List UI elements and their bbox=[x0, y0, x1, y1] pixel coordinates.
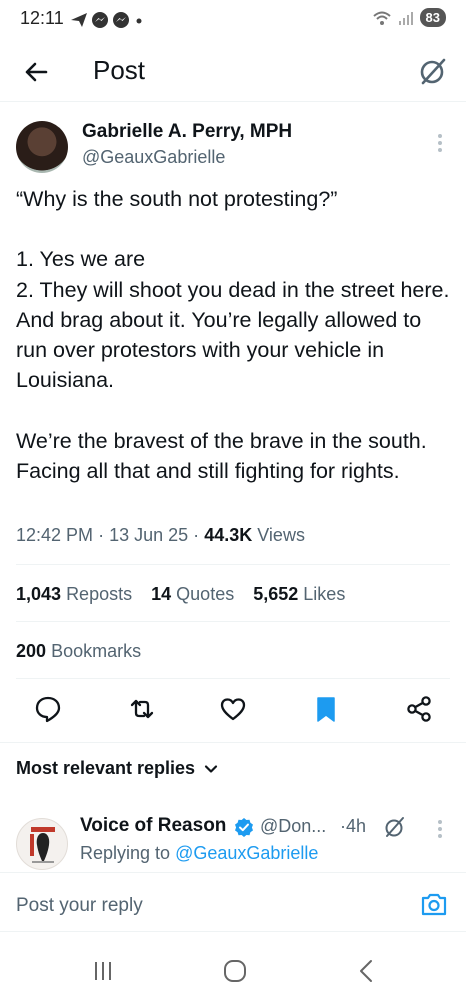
replying-to-prefix: Replying to bbox=[80, 843, 171, 863]
reposts-count: 1,043 bbox=[16, 584, 62, 604]
replying-to-handle[interactable]: @GeauxGabrielle bbox=[175, 843, 318, 863]
send-icon bbox=[71, 13, 87, 27]
likes-stat[interactable]: 5,652 Likes bbox=[253, 584, 345, 604]
post-date: 13 Jun 25 bbox=[109, 525, 189, 545]
post-text: “Why is the south not protesting?” 1. Ye… bbox=[16, 187, 450, 483]
divider bbox=[16, 678, 450, 679]
messenger-icon bbox=[113, 12, 129, 28]
divider bbox=[16, 621, 450, 622]
quotes-label: Quotes bbox=[176, 584, 235, 604]
wifi-icon bbox=[372, 11, 391, 25]
grok-icon[interactable] bbox=[418, 56, 448, 86]
system-nav-bar bbox=[0, 940, 466, 1000]
dot-icon bbox=[136, 18, 142, 24]
status-bar: 12:11 83 bbox=[0, 0, 466, 40]
author-name[interactable]: Gabrielle A. Perry, MPH bbox=[82, 121, 292, 143]
recent-apps-icon[interactable] bbox=[88, 958, 118, 984]
reposts-label: Reposts bbox=[66, 584, 133, 604]
home-icon[interactable] bbox=[220, 958, 250, 984]
camera-icon[interactable] bbox=[420, 891, 448, 917]
post-stats: 1,043 Reposts 14 Quotes 5,652 Likes bbox=[16, 584, 345, 605]
reply-author-name[interactable]: Voice of Reason bbox=[80, 815, 226, 837]
grok-icon[interactable] bbox=[383, 815, 407, 839]
bookmarks-label: Bookmarks bbox=[51, 641, 142, 661]
poster-image-icon bbox=[30, 827, 55, 863]
more-options-icon[interactable] bbox=[436, 819, 444, 839]
notification-icons bbox=[70, 11, 145, 29]
reply-author-handle[interactable]: @Don... bbox=[260, 816, 326, 837]
likes-label: Likes bbox=[303, 584, 346, 604]
back-arrow-icon[interactable] bbox=[20, 56, 52, 88]
signal-icon bbox=[398, 11, 413, 25]
bookmarks-stat[interactable]: 200 Bookmarks bbox=[16, 641, 141, 662]
meta-separator: · bbox=[193, 525, 200, 545]
reply-item[interactable]: Voice of Reason @Don... ·4h Replying to … bbox=[0, 808, 466, 872]
reply-icon[interactable] bbox=[33, 694, 63, 724]
quotes-stat[interactable]: 14 Quotes bbox=[151, 584, 234, 604]
post-meta: 12:42 PM · 13 Jun 25 · 44.3K Views bbox=[16, 525, 305, 546]
share-icon[interactable] bbox=[404, 694, 434, 724]
action-bar bbox=[0, 694, 466, 730]
back-nav-icon[interactable] bbox=[352, 958, 382, 984]
section-divider bbox=[0, 931, 466, 932]
replies-sort-label: Most relevant replies bbox=[16, 758, 196, 778]
verified-badge-icon bbox=[235, 818, 253, 837]
author-handle[interactable]: @GeauxGabrielle bbox=[82, 147, 225, 168]
replying-to: Replying to @GeauxGabrielle bbox=[80, 843, 318, 864]
reply-input[interactable] bbox=[16, 895, 376, 917]
post-time: 12:42 PM bbox=[16, 525, 94, 545]
reposts-stat[interactable]: 1,043 Reposts bbox=[16, 584, 132, 604]
views-count: 44.3K bbox=[204, 525, 253, 545]
bookmarks-count: 200 bbox=[16, 641, 47, 661]
app-header: Post bbox=[0, 42, 466, 102]
battery-indicator: 83 bbox=[419, 8, 446, 27]
like-icon[interactable] bbox=[218, 694, 248, 724]
meta-separator: · bbox=[98, 525, 105, 545]
more-options-icon[interactable] bbox=[436, 132, 444, 154]
repost-icon[interactable] bbox=[127, 694, 157, 724]
page-title: Post bbox=[93, 55, 146, 85]
replies-sort-dropdown[interactable]: Most relevant replies bbox=[16, 758, 219, 779]
reply-composer bbox=[0, 872, 466, 932]
bookmark-icon[interactable] bbox=[311, 694, 341, 724]
views-label: Views bbox=[257, 525, 305, 545]
likes-count: 5,652 bbox=[253, 584, 299, 604]
reply-time: ·4h bbox=[340, 816, 366, 837]
system-icons: 83 bbox=[372, 8, 446, 27]
quotes-count: 14 bbox=[151, 584, 172, 604]
reply-avatar[interactable] bbox=[16, 818, 68, 870]
author-avatar[interactable] bbox=[16, 121, 68, 173]
divider bbox=[16, 564, 450, 565]
messenger-icon bbox=[92, 12, 108, 28]
reply-time-value: 4h bbox=[346, 816, 367, 836]
chevron-down-icon bbox=[204, 764, 218, 773]
section-divider bbox=[0, 742, 466, 743]
status-time: 12:11 bbox=[20, 8, 64, 28]
